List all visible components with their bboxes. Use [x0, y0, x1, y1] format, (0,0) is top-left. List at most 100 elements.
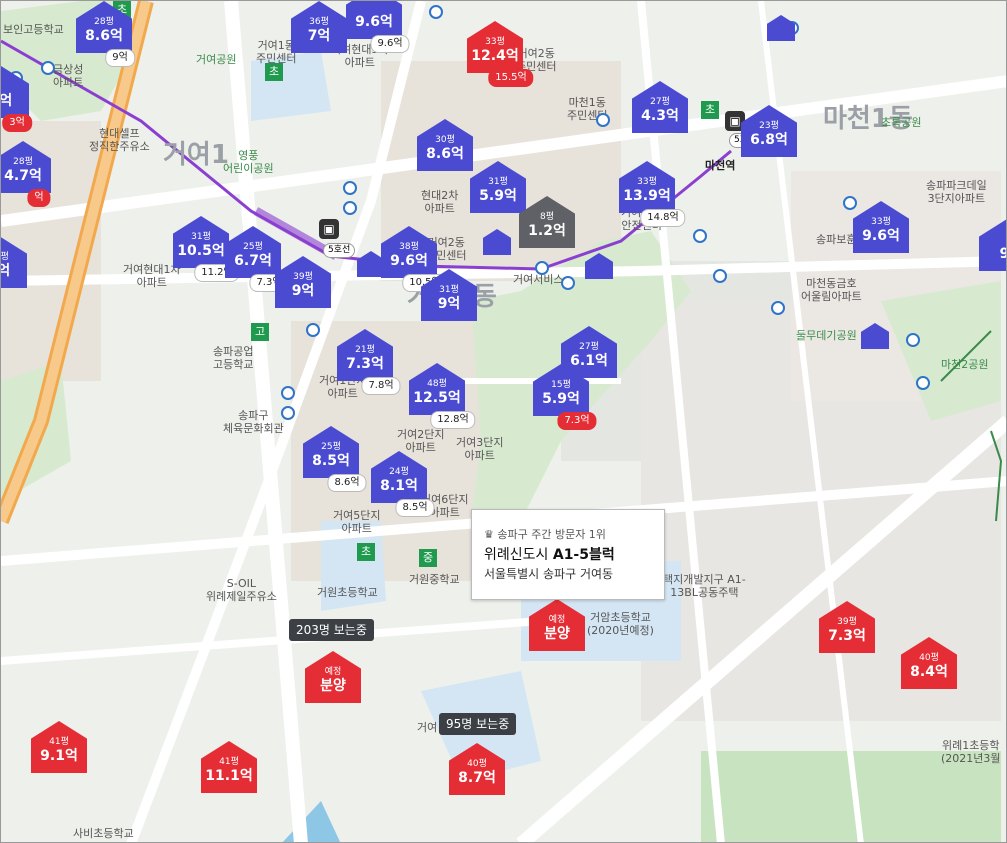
place-label[interactable]: 거원초등학교: [317, 586, 378, 599]
school-icon[interactable]: 중: [419, 549, 437, 567]
bus-stop-icon[interactable]: [713, 269, 727, 283]
marker-price: 9.6억: [390, 253, 428, 269]
marker-price: 5억: [0, 93, 13, 109]
place-label[interactable]: 둘무데기공원: [796, 329, 857, 342]
school-icon[interactable]: 초: [701, 101, 719, 119]
marker-size: 48평: [427, 379, 447, 389]
station-name-macheon[interactable]: 마천역: [705, 157, 735, 173]
place-label[interactable]: 송파파크데일 3단지아파트: [926, 179, 987, 205]
bus-stop-icon[interactable]: [306, 323, 320, 337]
price-marker[interactable]: 41평 11.1억: [201, 741, 257, 793]
bus-stop-icon[interactable]: [535, 261, 549, 275]
bus-stop-icon[interactable]: [429, 5, 443, 19]
price-marker[interactable]: 33평 9.6억: [853, 201, 909, 253]
price-marker[interactable]: 40평 8.7억: [449, 743, 505, 795]
price-marker[interactable]: 33평 12.4억: [467, 21, 523, 73]
marker-size: 15평: [551, 380, 571, 390]
price-marker[interactable]: 31평 9억: [421, 269, 477, 321]
marker-price: 8.5억: [312, 453, 350, 469]
price-marker[interactable]: 33평 13.9억: [619, 161, 675, 213]
bus-stop-icon[interactable]: [281, 406, 295, 420]
price-marker[interactable]: 21평 7.3억: [337, 329, 393, 381]
marker-secondary-price: 8.5억: [395, 499, 435, 517]
popup-title-block: A1-5블럭: [552, 547, 615, 563]
price-marker[interactable]: 15평 5.9억: [533, 364, 589, 416]
place-label[interactable]: 보인고등학교: [3, 23, 64, 36]
price-marker[interactable]: 48평 12.5억: [409, 363, 465, 415]
school-icon[interactable]: 고: [251, 323, 269, 341]
marker-body: [741, 105, 797, 157]
place-label[interactable]: 사비초등학교: [73, 827, 134, 840]
bus-stop-icon[interactable]: [561, 276, 575, 290]
place-label[interactable]: 영풍 어린이공원: [223, 149, 274, 175]
price-marker[interactable]: 예정 분양: [529, 599, 585, 651]
place-label[interactable]: 송파구 체육문화회관: [223, 409, 284, 435]
bus-stop-icon[interactable]: [596, 113, 610, 127]
price-marker[interactable]: 40평 8.4억: [901, 637, 957, 689]
price-marker[interactable]: 27평 4.3억: [632, 81, 688, 133]
popup-rank-tag: ♛ 송파구 주간 방문자 1위: [484, 528, 606, 541]
place-label[interactable]: 마천2공원: [941, 358, 988, 371]
place-label[interactable]: 거암초등학교 (2020년예정): [587, 611, 654, 637]
place-label[interactable]: 거원중학교: [409, 573, 460, 586]
price-marker[interactable]: 25평 8.5억: [303, 426, 359, 478]
marker-body: [337, 329, 393, 381]
price-marker[interactable]: 8평 1.2억: [519, 196, 575, 248]
price-marker[interactable]: 30평 8.6억: [417, 119, 473, 171]
price-marker[interactable]: 25평 6.7억: [225, 226, 281, 278]
place-label[interactable]: 현대2차 아파트: [421, 189, 458, 215]
marker-body: [421, 269, 477, 321]
place-label[interactable]: 거여서비스: [513, 273, 564, 286]
price-marker[interactable]: 31평 5.9억: [470, 161, 526, 213]
place-label[interactable]: 송파공업 고등학교: [213, 345, 253, 371]
price-marker[interactable]: 23평 6.8억: [741, 105, 797, 157]
school-icon[interactable]: 초: [265, 63, 283, 81]
bus-stop-icon[interactable]: [916, 376, 930, 390]
school-icon[interactable]: 초: [357, 543, 375, 561]
map-canvas[interactable]: 거여1 거여2동 마천1동 보인고등학교 금상성 아파트 거여공원 거여1동 주…: [0, 0, 1007, 843]
price-marker[interactable]: 39평 9억: [275, 256, 331, 308]
place-label[interactable]: 택지개발지구 A1- 13BL공동주택: [663, 573, 746, 599]
bus-stop-icon[interactable]: [281, 386, 295, 400]
marker-size: 41평: [219, 757, 239, 767]
marker-body: [470, 161, 526, 213]
place-label[interactable]: S-OIL 위례제일주유소: [206, 577, 277, 603]
subway-station-icon[interactable]: ▣: [319, 219, 339, 239]
price-marker[interactable]: 5억: [0, 66, 29, 118]
bus-stop-icon[interactable]: [41, 61, 55, 75]
price-marker[interactable]: 28평 8.6억: [76, 1, 132, 53]
bus-stop-icon[interactable]: [343, 201, 357, 215]
marker-body: [533, 364, 589, 416]
price-marker[interactable]: 23평7억: [1, 236, 27, 288]
place-label[interactable]: 금상성 아파트: [53, 63, 83, 89]
place-label[interactable]: 초록공원: [881, 116, 921, 129]
price-marker[interactable]: 41평 9.1억: [31, 721, 87, 773]
viewer-count-tag[interactable]: 95명 보는중: [439, 713, 517, 735]
place-label[interactable]: 마천동금호 어울림아파트: [801, 277, 862, 303]
info-popup[interactable]: ♛ 송파구 주간 방문자 1위 위례신도시 A1-5블럭 서울특별시 송파구 거…: [471, 509, 665, 600]
price-marker[interactable]: 9.6억: [346, 1, 402, 39]
bus-stop-icon[interactable]: [906, 333, 920, 347]
marker-body: [417, 119, 473, 171]
place-label[interactable]: 송파보훈: [816, 233, 856, 246]
price-marker[interactable]: 36평 7억: [291, 1, 347, 53]
bus-stop-icon[interactable]: [343, 181, 357, 195]
price-marker[interactable]: 예정 분양: [305, 651, 361, 703]
place-label[interactable]: 거여공원: [196, 53, 236, 66]
place-label[interactable]: 거여3단지 아파트: [456, 436, 503, 462]
place-label[interactable]: 거여: [417, 721, 437, 734]
viewer-count-tag[interactable]: 203명 보는중: [289, 619, 374, 641]
bus-stop-icon[interactable]: [693, 229, 707, 243]
place-label[interactable]: 현대셀프 정직한주유소: [89, 127, 150, 153]
price-marker[interactable]: 28평 4.7억: [1, 141, 51, 193]
place-label[interactable]: 거여현대1차 아파트: [123, 263, 181, 289]
price-marker[interactable]: 39평 7.3억: [819, 601, 875, 653]
price-marker[interactable]: 9.: [979, 219, 1006, 271]
marker-size: 31평: [191, 232, 211, 242]
marker-price: 9억: [291, 283, 315, 299]
price-marker[interactable]: 24평 8.1억: [371, 451, 427, 503]
price-marker[interactable]: 31평 10.5억: [173, 216, 229, 268]
place-label[interactable]: 거여5단지 아파트: [333, 509, 380, 535]
bus-stop-icon[interactable]: [771, 301, 785, 315]
place-label[interactable]: 위례1초등학 (2021년3월: [941, 739, 1001, 765]
